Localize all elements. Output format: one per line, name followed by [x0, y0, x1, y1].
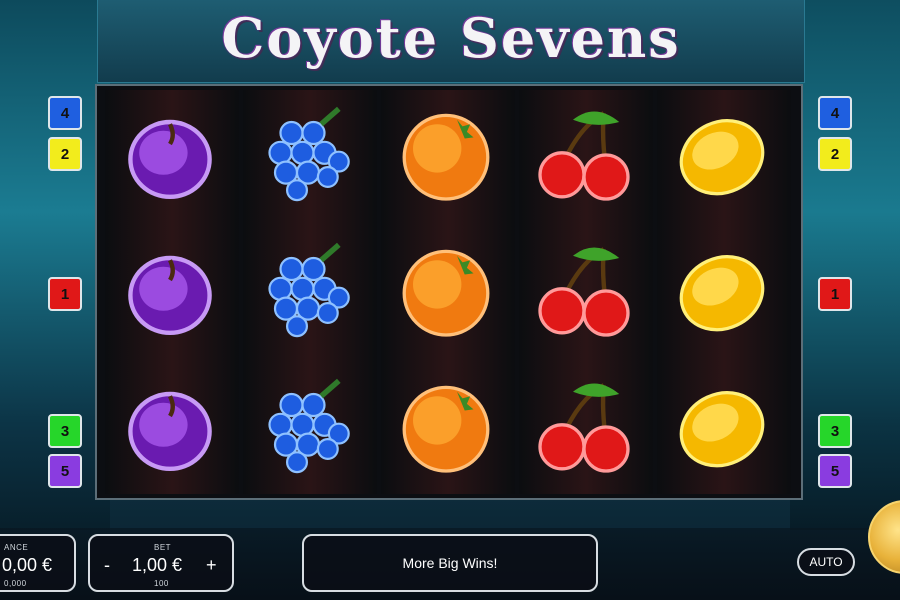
payline-number: 5 — [830, 462, 840, 480]
balance-value: 0,00 € — [2, 555, 53, 575]
orange-symbol — [379, 360, 513, 494]
bet-increase-button[interactable]: + — [206, 555, 217, 576]
game-title: Coyote Sevens — [221, 6, 681, 70]
title-banner: Coyote Sevens — [97, 0, 805, 83]
orange-symbol — [379, 88, 513, 222]
balance-label: ANCE — [4, 543, 29, 552]
lemon-symbol — [655, 360, 789, 494]
bet-value: 1,00 € — [132, 555, 183, 575]
background-right — [790, 0, 900, 530]
payline-number: 3 — [830, 422, 840, 440]
payline-number: 4 — [830, 104, 840, 122]
payline-number: 5 — [60, 462, 70, 480]
payline-number: 1 — [60, 285, 70, 303]
plum-symbol — [103, 360, 237, 494]
payline-indicator-right[interactable]: 4 — [818, 96, 852, 130]
balance-subvalue: 0,000 — [4, 579, 27, 588]
balance-panel: ANCE 0,00 € 0,000 — [0, 534, 76, 592]
payline-number: 4 — [60, 104, 70, 122]
grapes-symbol — [241, 88, 375, 222]
payline-indicator-left[interactable]: 3 — [48, 414, 82, 448]
payline-indicator-left[interactable]: 2 — [48, 137, 82, 171]
bet-label: BET — [154, 543, 172, 552]
bet-subvalue: 100 — [154, 579, 169, 588]
payline-indicator-right[interactable]: 3 — [818, 414, 852, 448]
win-message: More Big Wins! — [402, 555, 498, 571]
cherries-symbol — [517, 88, 651, 222]
payline-number: 1 — [830, 285, 840, 303]
plum-symbol — [103, 224, 237, 358]
symbol-grid — [103, 88, 795, 492]
autoplay-label: AUTO — [809, 555, 843, 569]
lemon-symbol — [655, 224, 789, 358]
payline-indicator-right[interactable]: 5 — [818, 454, 852, 488]
grapes-symbol — [241, 360, 375, 494]
bet-decrease-button[interactable]: - — [104, 555, 110, 576]
cherries-symbol — [517, 224, 651, 358]
bet-panel: BET - 1,00 € + 100 — [88, 534, 234, 592]
autoplay-button[interactable]: AUTO — [797, 548, 855, 576]
payline-number: 3 — [60, 422, 70, 440]
payline-number: 2 — [830, 145, 840, 163]
payline-number: 2 — [60, 145, 70, 163]
message-panel: More Big Wins! — [302, 534, 598, 592]
cherries-symbol — [517, 360, 651, 494]
orange-symbol — [379, 224, 513, 358]
plum-symbol — [103, 88, 237, 222]
background-left — [0, 0, 110, 530]
payline-indicator-left[interactable]: 5 — [48, 454, 82, 488]
payline-indicator-left[interactable]: 4 — [48, 96, 82, 130]
payline-indicator-right[interactable]: 2 — [818, 137, 852, 171]
payline-indicator-right[interactable]: 1 — [818, 277, 852, 311]
lemon-symbol — [655, 88, 789, 222]
grapes-symbol — [241, 224, 375, 358]
payline-indicator-left[interactable]: 1 — [48, 277, 82, 311]
